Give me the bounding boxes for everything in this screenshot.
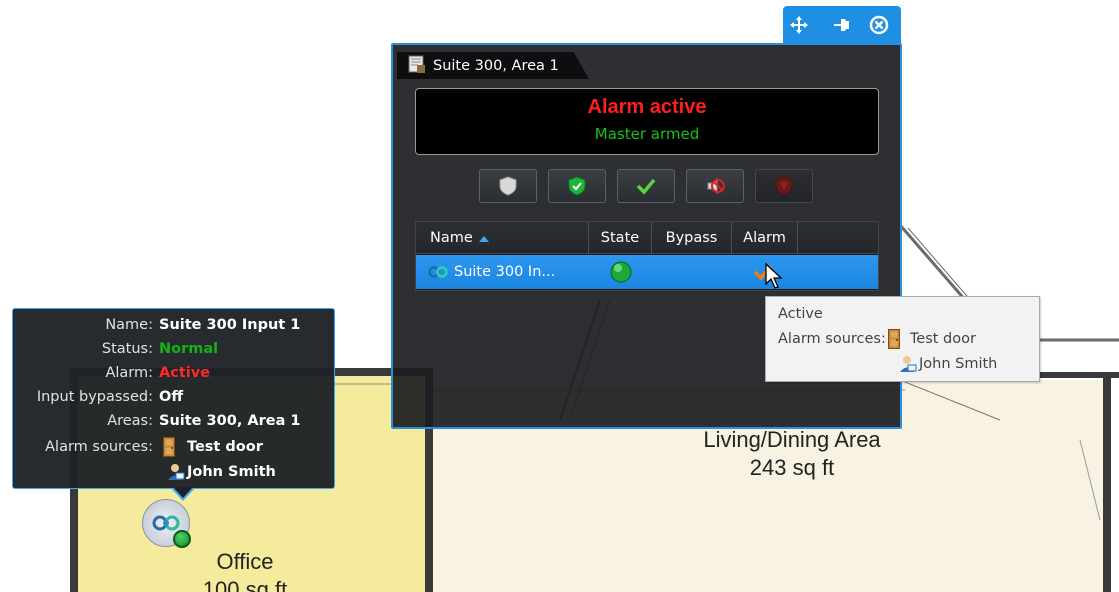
alarm-source-name: Test door [187,439,263,455]
alarm-tooltip: Active Alarm sources: Test door John Smi… [765,296,1040,382]
close-icon[interactable] [869,15,889,35]
tooltip-row-alarm-sources-2: John Smith [13,461,276,483]
tooltip-row-areas: Areas: Suite 300, Area 1 [13,410,301,432]
tooltip-row-name: Name: Suite 300 Input 1 [13,314,300,336]
acknowledge-check-icon [636,178,656,195]
column-label: State [600,230,640,246]
trouble-shield-icon [775,176,793,196]
column-label: Alarm [743,230,786,246]
cell-name: Suite 300 In... [428,255,588,289]
acknowledge-button[interactable] [617,169,675,203]
state-normal-icon [173,530,191,548]
office-room-name: Office [216,549,274,574]
alarm-source-name: Test door [909,331,976,347]
alarm-source-name: John Smith [187,464,276,480]
door-icon [887,329,900,349]
alarm-sources-label: Alarm sources: [778,331,886,347]
column-label: Bypass [665,230,718,246]
disarm-shield-icon [499,176,517,196]
living-room-name: Living/Dining Area [703,427,881,452]
silence-button[interactable] [686,169,744,203]
alarm-status-text: Alarm active [587,96,707,118]
mouse-cursor-icon [765,262,783,289]
column-header-bypass[interactable]: Bypass [652,222,732,254]
tooltip-value: Off [159,389,184,405]
tooltip-key: Alarm: [105,365,153,381]
alarm-state-text: Active [778,306,823,322]
move-icon[interactable] [789,15,809,35]
office-room-label: Office 100 sq ft [185,548,305,592]
column-header-alarm[interactable]: Alarm [732,222,798,254]
arm-status-text: Master armed [594,125,700,143]
tooltip-key: Alarm sources: [45,439,153,455]
inputs-grid: Name State Bypass Alarm Suite 300 In... [415,221,879,291]
intrusion-area-icon [408,55,425,73]
sort-ascending-icon [478,235,489,242]
living-room-label: Living/Dining Area 243 sq ft [672,426,912,482]
zone-input-icon [152,515,180,531]
arm-button[interactable] [548,169,606,203]
cell-state [610,255,632,289]
grid-header: Name State Bypass Alarm [416,222,878,254]
column-header-name[interactable]: Name [416,222,589,254]
trouble-button[interactable] [755,169,813,203]
alarm-source-door: Test door [159,437,263,457]
disarm-button[interactable] [479,169,537,203]
table-row[interactable]: Suite 300 In... [416,255,878,289]
input-name: Suite 300 In... [454,264,556,280]
user-icon [900,356,917,372]
tooltip-value: Normal [159,341,219,357]
input-tooltip: Name: Suite 300 Input 1 Status: Normal A… [12,308,335,501]
alarm-source-name: John Smith [919,356,998,372]
tooltip-value: Active [159,365,211,381]
silence-icon [707,177,725,195]
user-icon [168,464,185,480]
alarm-status-box: Alarm active Master armed [415,88,879,155]
column-header-state[interactable]: State [589,222,652,254]
tooltip-row-alarm-sources: Alarm sources: Test door [13,436,263,458]
tooltip-key: Areas: [107,413,153,429]
tab-label: Suite 300, Area 1 [433,57,559,74]
tile-toolbar [783,6,901,44]
alarm-tooltip-source-row: Alarm sources: Test door [778,328,976,350]
alarm-tooltip-state: Active [778,303,823,325]
alarm-tooltip-source-row-2: John Smith [899,353,997,375]
pin-icon[interactable] [832,15,852,35]
tooltip-row-bypassed: Input bypassed: Off [13,386,183,408]
zone-input-icon [428,266,448,278]
living-room-size: 243 sq ft [749,455,835,480]
tooltip-value: Suite 300, Area 1 [159,413,301,429]
tooltip-row-status: Status: Normal [13,338,218,360]
tooltip-value: Suite 300 Input 1 [159,317,301,333]
door-icon [163,437,175,457]
arm-shield-icon [568,176,586,196]
column-label: Name [430,230,473,246]
input-map-pin[interactable] [142,499,191,548]
state-normal-icon [610,261,632,283]
office-room-size: 100 sq ft [202,577,288,592]
tooltip-key: Status: [101,341,153,357]
alarm-source-user: John Smith [159,463,276,481]
tooltip-key: Name: [105,317,153,333]
tooltip-row-alarm: Alarm: Active [13,362,210,384]
tooltip-key: Input bypassed: [36,389,153,405]
